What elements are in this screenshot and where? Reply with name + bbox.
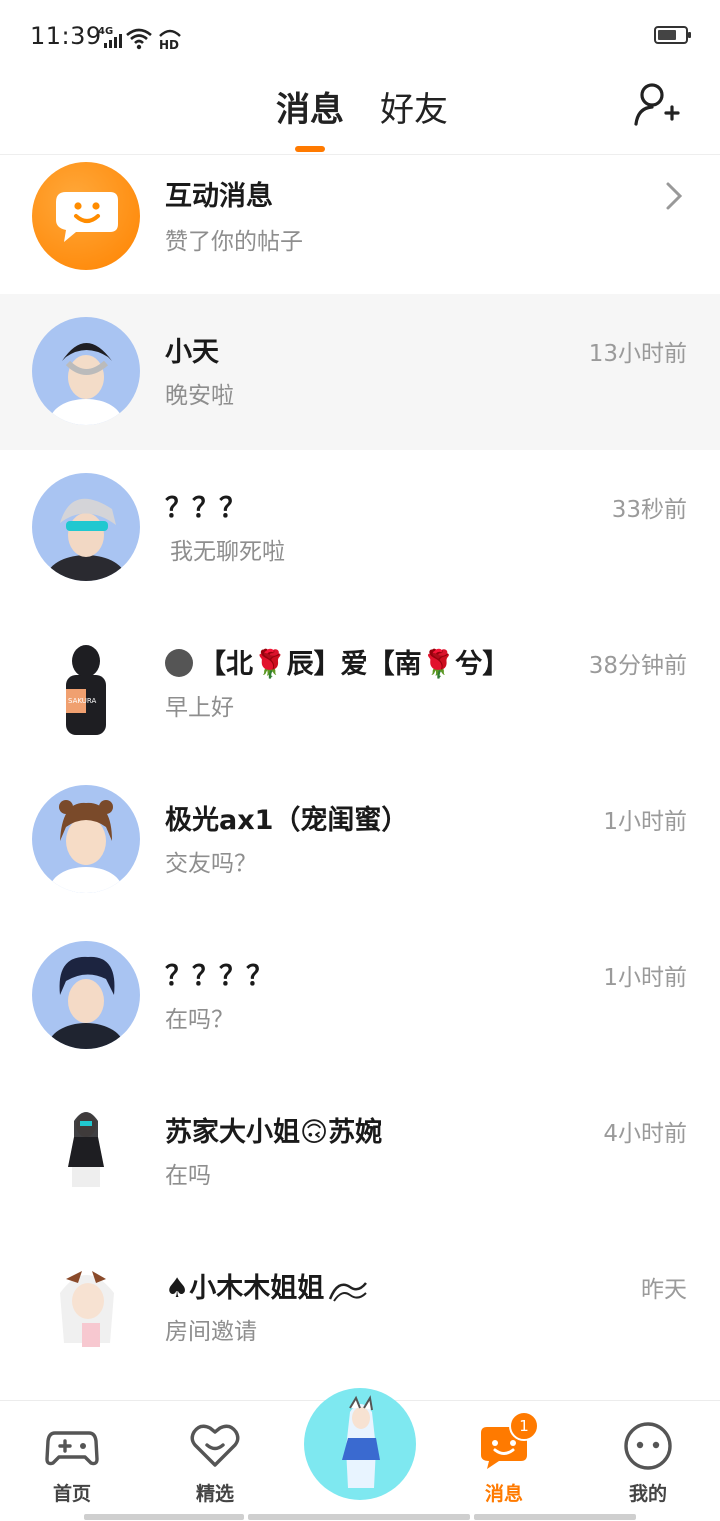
conversation-name: ♠小木木姐姐 [165,1266,368,1310]
heart-icon [188,1419,242,1473]
avatar [32,941,140,1049]
conversation-time: 33秒前 [611,497,687,523]
face-icon [621,1419,675,1473]
conversation-row[interactable]: SAKURA 【北🌹辰】爱【南🌹兮】 早上好 38分钟前 [0,606,720,762]
svg-text:SAKURA: SAKURA [68,697,96,705]
avatar [32,785,140,893]
avatar: SAKURA [32,629,140,737]
add-friend-icon[interactable] [632,80,680,128]
hd-icon: HD [158,26,182,50]
conversation-time: 1小时前 [603,965,687,991]
conversation-name: ？？？ [165,493,246,524]
interaction-title: 互动消息 [165,181,273,212]
tab-friends[interactable]: 好友 [380,82,448,131]
center-avatar-button[interactable] [304,1388,416,1500]
nav-profile-label: 我的 [628,1483,667,1505]
conversation-name: 极光ax1（宠闺蜜） [165,805,409,836]
conversation-row[interactable]: 小天 晚安啦 13小时前 [0,294,720,450]
status-bar: 11:39 4G HD [0,0,720,70]
conversation-row[interactable]: 极光ax1（宠闺蜜） 交友吗？ 1小时前 [0,762,720,918]
conversation-time: 4小时前 [603,1121,687,1147]
smiley-icon [165,649,193,677]
conversation-row[interactable]: ？？？ 我无聊死啦 33秒前 [0,450,720,606]
conversation-name: 【北🌹辰】爱【南🌹兮】 [165,642,509,681]
nav-home[interactable]: 首页 [22,1419,122,1506]
gesture-bar [474,1514,636,1520]
conversation-time: 13小时前 [588,341,687,367]
conversation-time: 1小时前 [603,809,687,835]
gesture-bar [84,1514,244,1520]
wifi-icon [126,28,152,50]
nav-featured[interactable]: 精选 [165,1419,265,1506]
interaction-messages-row[interactable]: 互动消息 赞了你的帖子 [0,138,720,294]
avatar [32,1097,140,1205]
conversation-preview: 我无聊死啦 [170,539,285,565]
signal-icon: 4G [98,26,122,50]
conversation-preview: 在吗？ [165,1007,234,1033]
nav-home-label: 首页 [52,1483,91,1505]
conversation-preview: 晚安啦 [165,383,234,409]
chat-bubble-smile-icon [32,162,140,270]
conversation-preview: 早上好 [165,695,234,721]
nav-messages-label: 消息 [484,1483,523,1505]
conversation-preview: 在吗 [165,1163,211,1189]
gamepad-icon [45,1419,99,1473]
status-time: 11:39 [30,22,102,50]
message-icon: 1 [477,1411,539,1473]
conversation-preview: 交友吗？ [165,851,257,877]
conversation-time: 38分钟前 [588,653,687,679]
gesture-bar [248,1514,470,1520]
nav-messages[interactable]: 1 消息 [454,1411,554,1506]
battery-icon [654,26,691,44]
chevron-right-icon [666,182,683,210]
avatar [32,1253,140,1361]
nav-featured-label: 精选 [195,1483,234,1505]
conversation-name: ？？？？ [165,961,273,992]
interaction-subtitle: 赞了你的帖子 [165,229,303,255]
conversation-preview: 房间邀请 [165,1319,257,1345]
conversation-row[interactable]: 苏家大小姐🙃苏婉 在吗 4小时前 [0,1074,720,1230]
svg-text:HD: HD [159,38,179,50]
conversation-row[interactable]: ♠小木木姐姐 房间邀请 昨天 [0,1230,720,1386]
nav-profile[interactable]: 我的 [598,1419,698,1506]
conversation-row[interactable]: ？？？？ 在吗？ 1小时前 [0,918,720,1074]
avatar [32,473,140,581]
conversation-time: 昨天 [641,1277,687,1303]
avatar [32,317,140,425]
wave-icon [328,1273,368,1310]
unread-badge: 1 [509,1411,539,1441]
conversation-name: 苏家大小姐🙃苏婉 [165,1117,383,1148]
tab-messages[interactable]: 消息 [276,82,344,131]
conversation-name: 小天 [165,337,219,368]
status-icons: 4G HD [98,24,182,50]
